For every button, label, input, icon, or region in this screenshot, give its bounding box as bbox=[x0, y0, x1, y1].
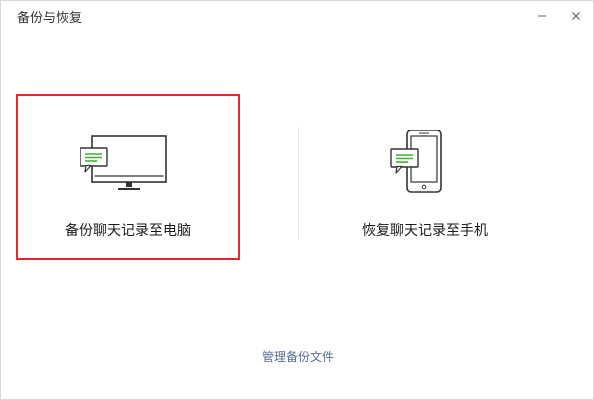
manage-backup-files-link[interactable]: 管理备份文件 bbox=[1, 349, 594, 365]
titlebar: 备份与恢复 bbox=[1, 1, 593, 37]
backup-to-computer-option[interactable]: 备份聊天记录至电脑 bbox=[16, 94, 240, 260]
backup-to-computer-label: 备份聊天记录至电脑 bbox=[65, 223, 191, 239]
window-title: 备份与恢复 bbox=[17, 11, 83, 26]
close-button[interactable] bbox=[565, 5, 587, 27]
minimize-icon bbox=[538, 15, 546, 17]
options-divider bbox=[298, 127, 299, 239]
computer-chat-icon bbox=[80, 135, 167, 190]
restore-to-phone-option[interactable]: 恢复聊天记录至手机 bbox=[313, 94, 537, 260]
restore-to-phone-label: 恢复聊天记录至手机 bbox=[362, 223, 488, 239]
backup-restore-window: 备份与恢复 备份聊天记录至电脑 恢复聊天记录至手机 管理备份文件 bbox=[0, 0, 594, 400]
close-icon bbox=[572, 12, 580, 20]
minimize-button[interactable] bbox=[531, 5, 553, 27]
phone-chat-icon bbox=[390, 130, 442, 193]
